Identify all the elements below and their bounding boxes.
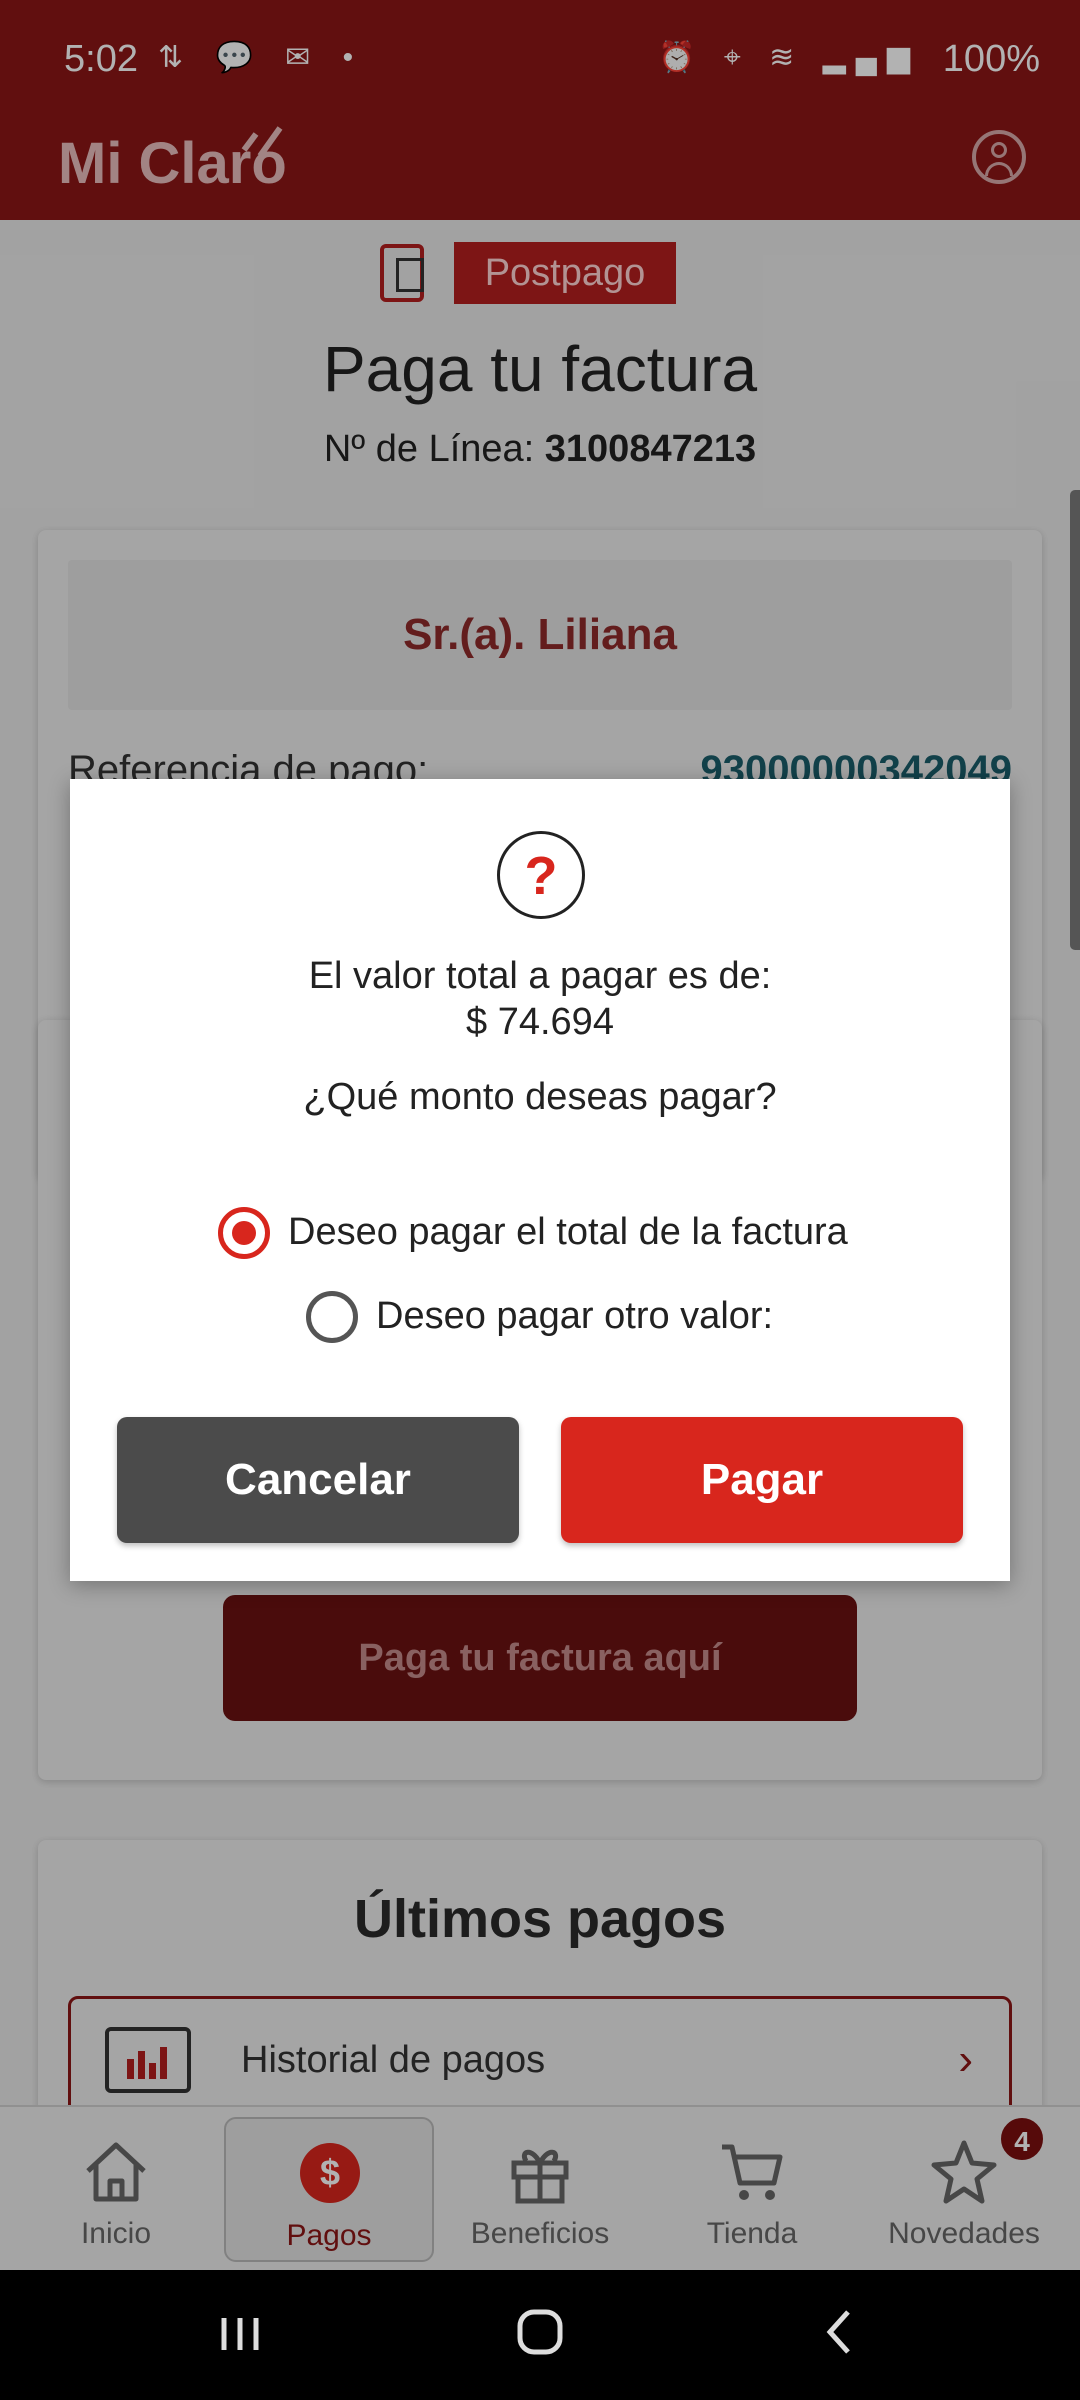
radio-pay-total[interactable] [218,1207,270,1259]
option-pay-other[interactable]: Deseo pagar otro valor: [306,1287,826,1347]
back-icon[interactable] [800,2298,880,2368]
pay-button[interactable]: Pagar [561,1417,963,1543]
cancel-button[interactable]: Cancelar [117,1417,519,1543]
system-navigation-bar [0,2270,1080,2400]
scrollbar[interactable] [1070,490,1080,950]
question-icon: ? [497,831,585,919]
radio-pay-other[interactable] [306,1291,358,1343]
payment-amount-dialog: ? El valor total a pagar es de: $ 74.694… [70,779,1010,1581]
home-button-icon[interactable] [500,2298,580,2368]
recent-apps-icon[interactable] [200,2298,280,2368]
option-pay-total[interactable]: Deseo pagar el total de la factura [218,1203,878,1263]
total-label: El valor total a pagar es de: [308,955,772,997]
option-label: Deseo pagar otro valor: [376,1295,774,1337]
option-label: Deseo pagar el total de la factura [288,1211,848,1253]
total-value: $ 74.694 [466,1001,614,1043]
amount-question: ¿Qué monto deseas pagar? [303,1076,777,1118]
